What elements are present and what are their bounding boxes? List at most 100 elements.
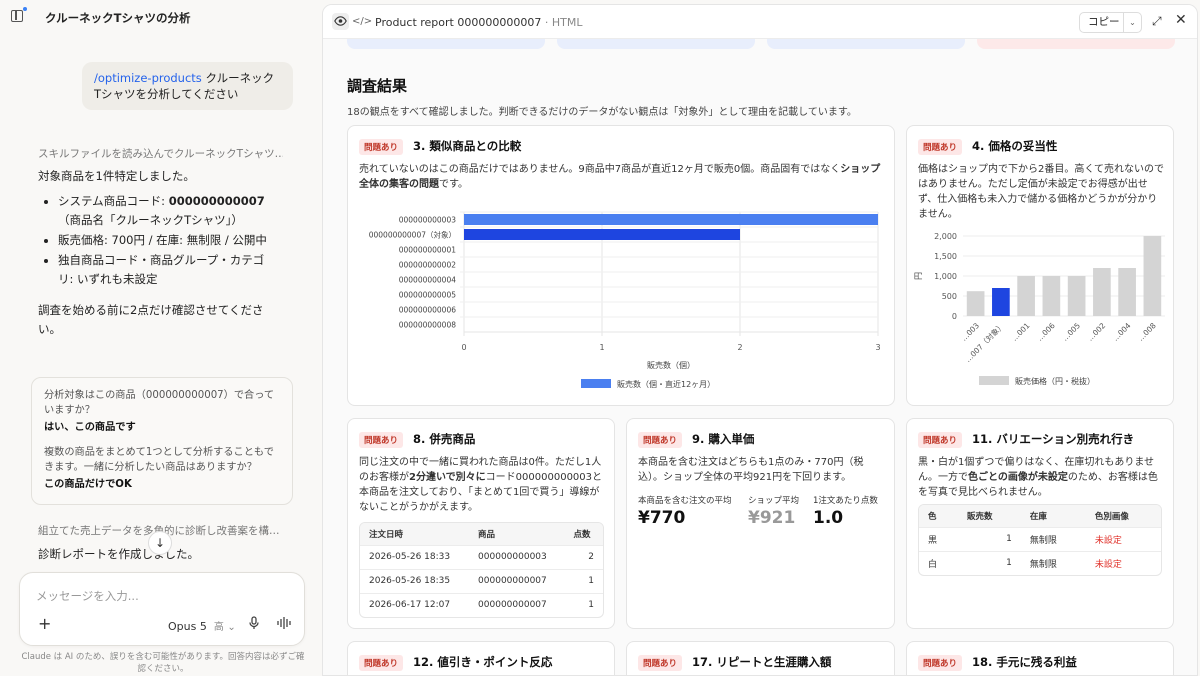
chevron-down-icon[interactable]: ⌄	[1123, 13, 1141, 32]
status-badge: 問題あり	[359, 655, 404, 671]
metric-label: 本商品を含む注文の平均	[638, 496, 732, 506]
table-cell: 000000000007	[469, 568, 565, 593]
chat-pane: クルーネックTシャツの分析 ⌄ /optimize-products クルーネッ…	[0, 0, 322, 676]
b1-prefix: システム商品コード:	[58, 194, 169, 208]
status-badge: 問題あり	[918, 432, 963, 448]
product-info-list: システム商品コード: 000000000007 （商品名「クルーネックTシャツ」）…	[58, 192, 278, 289]
card-body: 売れていないのはこの商品だけではありません。9商品中7商品が直近12ヶ月で販売0…	[359, 162, 884, 192]
summary-strip-1	[347, 39, 545, 49]
scroll-down-button[interactable]: ↓	[148, 531, 172, 555]
y-tick-label: 1,000	[934, 272, 957, 281]
table-cell: 000000000007	[469, 592, 565, 617]
y-tick-label: 2,000	[934, 232, 957, 241]
bar	[464, 229, 740, 240]
status-badge: 問題あり	[359, 432, 404, 448]
chevron-down-icon[interactable]: ⌄	[181, 9, 189, 20]
list-item: 独自商品コード・商品グループ・カテゴリ: いずれも未設定	[58, 251, 278, 289]
y-tick-label: 000000000005	[399, 291, 456, 300]
add-attachment-button[interactable]: +	[38, 614, 51, 633]
y-tick-label: 0	[952, 312, 957, 321]
y-tick-label: 000000000003	[399, 216, 456, 225]
artifact-header: </> Product report 000000000007 · HTML コ…	[323, 5, 1197, 39]
card-co-purchase: 問題あり 8. 併売商品 同じ注文の中で一緒に買われた商品は0件。ただし1人のお…	[347, 418, 615, 629]
artifact-panel: </> Product report 000000000007 · HTML コ…	[322, 4, 1198, 676]
close-icon[interactable]: ✕	[1175, 12, 1187, 28]
x-tick-label: 2	[737, 343, 742, 352]
column-header: 商品	[469, 523, 565, 545]
body-bold: 2分違いで別々に	[409, 472, 486, 483]
x-tick-label: 3	[875, 343, 880, 352]
model-name: Opus 5	[168, 620, 207, 633]
card-repeat-ltv: 問題あり 17. リピートと生涯購入額	[626, 641, 895, 675]
card-title: 3. 類似商品との比較	[413, 139, 522, 153]
answer-1: はい、この商品です	[44, 422, 136, 433]
bar	[1143, 236, 1162, 316]
status-badge: 問題あり	[638, 432, 683, 448]
table-cell: 2026-05-26 18:35	[360, 568, 470, 593]
bar	[1042, 276, 1061, 316]
column-header: 色	[919, 505, 959, 527]
card-profit: 問題あり 18. 手元に残る利益	[906, 641, 1174, 675]
card-title: 11. バリエーション別売れ行き	[972, 432, 1135, 446]
status-badge: 問題あり	[638, 655, 683, 671]
y-tick-label: 000000000001	[399, 246, 456, 255]
card-price-validity: 問題あり 4. 価格の妥当性 価格はショップ内で下から2番目。高くて売れないので…	[906, 125, 1174, 406]
code-toggle-icon[interactable]: </>	[352, 13, 372, 30]
card-similar-products: 問題あり 3. 類似商品との比較 売れていないのはこの商品だけではありません。9…	[347, 125, 895, 406]
table-cell: 1	[564, 592, 603, 617]
table-cell: 2026-05-26 18:33	[360, 544, 470, 569]
variation-table: 色販売数 在庫 色別画像 黒 1 無制限 未設定 白 1 無制限 未設定	[918, 504, 1162, 576]
y-tick-label: 000000000007（対象）	[369, 230, 456, 240]
column-header: 点数	[564, 523, 603, 545]
mic-icon[interactable]	[248, 616, 260, 633]
model-selector[interactable]: Opus 5 高 ⌄	[168, 618, 236, 633]
model-level: 高	[213, 622, 224, 633]
body-bold: 色ごとの画像が未設定	[968, 472, 1068, 483]
bar	[1067, 276, 1086, 316]
x-tick-label: …008	[1136, 321, 1158, 343]
chat-title[interactable]: クルーネックTシャツの分析	[45, 10, 191, 26]
metric-value: ¥921	[748, 508, 796, 528]
message-input[interactable]: メッセージを入力...	[36, 588, 139, 604]
status-badge: 問題あり	[359, 139, 404, 155]
status-badge: 問題あり	[918, 655, 963, 671]
column-header: 販売数	[958, 505, 1021, 527]
x-tick-label: 0	[461, 343, 466, 352]
mic-icon-svg	[249, 616, 259, 629]
table: 色販売数 在庫 色別画像 黒 1 無制限 未設定 白 1 無制限 未設定	[919, 505, 1161, 575]
card-body: 同じ注文の中で一緒に買われた商品は0件。ただし1人のお客様が2分違いで別々にコー…	[359, 455, 604, 515]
table-row: 白 1 無制限 未設定	[919, 550, 1161, 575]
table-row: 黒 1 無制限 未設定	[919, 526, 1161, 551]
summary-strip-2	[557, 39, 755, 49]
card-body: 価格はショップ内で下から2番目。高くて売れないのではありません。ただし定価が未設…	[918, 164, 1165, 220]
card-title: 9. 購入単価	[692, 432, 755, 446]
body-text: 売れていないのはこの商品だけではありません。9商品中7商品が直近12ヶ月で販売0…	[359, 164, 841, 175]
price-bar-chart: 05001,0001,5002,000円…003…007（対象） …001 …006…	[914, 232, 1165, 386]
card-order-value: 問題あり 9. 購入単価 本商品を含む注文はどちらも1点のみ・770円（税込）。…	[626, 418, 895, 629]
bar	[1118, 268, 1136, 316]
summary-strip-4	[977, 39, 1175, 49]
question-2: 複数の商品をまとめて1つとして分析することもできます。一緒に分析したい商品はあり…	[44, 447, 274, 473]
list-item: 販売価格: 700円 / 在庫: 無制限 / 公開中	[58, 231, 278, 250]
table-cell: 000000000003	[469, 544, 565, 569]
x-tick-label: …004	[1111, 321, 1133, 343]
card-title: 4. 価格の妥当性	[972, 139, 1058, 153]
artifact-title: Product report 000000000007 · HTML	[375, 16, 582, 29]
voice-icon[interactable]	[277, 616, 291, 633]
chevron-down-icon: ⌄	[227, 622, 236, 633]
status-badge: 問題あり	[918, 139, 963, 155]
table: 注文日時 商品 点数 2026-05-26 18:33 000000000003 2 2…	[360, 523, 603, 617]
expand-icon[interactable]: ⤢	[1152, 14, 1162, 29]
co-purchase-table: 注文日時 商品 点数 2026-05-26 18:33 000000000003 2 2…	[359, 522, 604, 618]
copy-button[interactable]: コピー ⌄	[1079, 12, 1142, 33]
table-header-row: 色販売数 在庫 色別画像	[919, 505, 1161, 527]
y-axis-label: 円	[914, 272, 923, 280]
sidebar-toggle-icon[interactable]	[11, 10, 23, 22]
list-item: システム商品コード: 000000000007 （商品名「クルーネックTシャツ」）	[58, 192, 278, 230]
y-tick-label: 000000000006	[399, 306, 456, 315]
collapsed-thinking-1[interactable]: スキルファイルを読み込んでクルーネックTシャツ…	[38, 146, 283, 161]
preview-toggle-eye-icon[interactable]	[332, 13, 349, 30]
message-composer: メッセージを入力... + Opus 5 高 ⌄	[19, 572, 305, 646]
x-tick-label: …005	[1060, 321, 1082, 343]
card-title: 17. リピートと生涯購入額	[692, 655, 832, 669]
